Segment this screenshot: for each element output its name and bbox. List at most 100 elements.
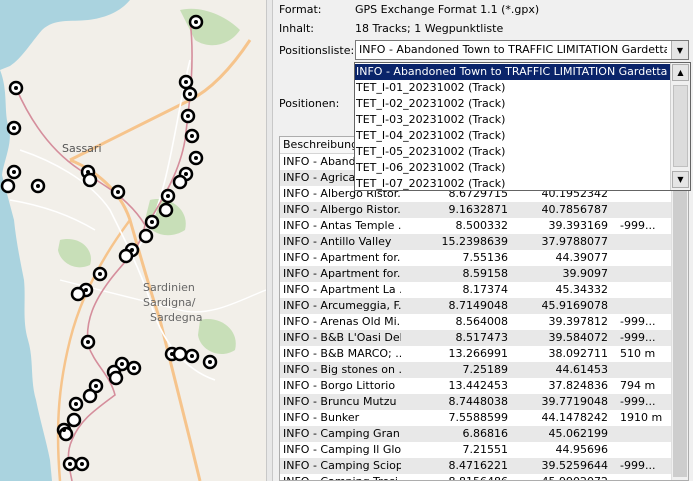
dropdown-item-label: TET_I-05_20231002 (Track) xyxy=(356,145,506,158)
map-view[interactable]: Sassari Sardinien Sardigna/ Sardegna xyxy=(0,0,266,481)
table-row[interactable]: INFO - Camping Tresi...8.815648645.99020… xyxy=(280,474,672,480)
cell-altitude: -999... xyxy=(620,395,656,408)
arrow-down-icon: ▼ xyxy=(677,175,684,184)
dropdown-scrollbar[interactable]: ▲ ▼ xyxy=(670,63,690,190)
table-row[interactable]: INFO - Antillo Valley 15.2398639 37.978807… xyxy=(280,234,672,250)
cell-latitude: 44.39077 xyxy=(555,251,609,264)
scroll-down-button[interactable]: ▼ xyxy=(672,171,689,188)
cell-longitude: 8.7149048 xyxy=(448,299,509,312)
table-row[interactable]: INFO - Borgo Littorio 13.442453 37.824836 7… xyxy=(280,378,672,394)
cell-description: INFO - Bunker xyxy=(283,411,360,424)
table-row[interactable]: INFO - Camping Gran ... 6.86816 45.062199 xyxy=(280,426,672,442)
positionslist-combobox[interactable]: INFO - Abandoned Town to TRAFFIC LIMITAT… xyxy=(355,40,689,60)
dropdown-item[interactable]: TET_I-04_20231002 (Track) xyxy=(355,128,671,144)
cell-longitude: 13.266991 xyxy=(448,347,509,360)
chevron-down-icon: ▼ xyxy=(676,45,684,55)
cell-altitude: -999... xyxy=(620,219,656,232)
table-row[interactable]: INFO - Bunker 7.5588599 44.1478242 1910 m xyxy=(280,410,672,426)
cell-altitude: 510 m xyxy=(620,347,656,360)
cell-latitude: 39.397812 xyxy=(548,315,609,328)
column-header-description[interactable]: Beschreibung xyxy=(283,138,358,151)
dropdown-item-label: TET_I-06_20231002 (Track) xyxy=(356,161,506,174)
table-row[interactable]: INFO - Apartment for... 8.59158 39.9097 xyxy=(280,266,672,282)
cell-latitude: 39.5259644 xyxy=(541,459,608,472)
dropdown-item[interactable]: TET_I-07_20231002 (Track) xyxy=(355,176,671,190)
cell-longitude: 8.500332 xyxy=(455,219,509,232)
dropdown-arrow-button[interactable]: ▼ xyxy=(671,41,688,59)
content-label: Inhalt: xyxy=(279,22,315,35)
cell-latitude: 40.7856787 xyxy=(541,203,608,216)
dropdown-item[interactable]: TET_I-06_20231002 (Track) xyxy=(355,160,671,176)
dropdown-item[interactable]: TET_I-02_20231002 (Track) xyxy=(355,96,671,112)
table-row[interactable]: INFO - Antas Temple ... 8.500332 39.393169… xyxy=(280,218,672,234)
cell-description: INFO - Arenas Old Mi... xyxy=(283,315,401,328)
cell-latitude: 37.824836 xyxy=(548,379,609,392)
table-scroll-thumb[interactable] xyxy=(673,167,687,477)
panel-splitter[interactable] xyxy=(266,0,273,481)
cell-description: INFO - Antas Temple ... xyxy=(283,219,401,232)
map-canvas: Sassari Sardinien Sardigna/ Sardegna xyxy=(0,0,266,481)
cell-longitude: 7.5588599 xyxy=(448,411,509,424)
cell-description: INFO - Camping Sciop... xyxy=(283,459,401,472)
cell-longitude: 7.25189 xyxy=(462,363,509,376)
cell-description: INFO - Bruncu Mutzu xyxy=(283,395,397,408)
cell-latitude: 39.9097 xyxy=(562,267,609,280)
cell-longitude: 8.7448038 xyxy=(448,395,509,408)
cell-altitude: -999... xyxy=(620,459,656,472)
cell-longitude: 6.86816 xyxy=(462,427,509,440)
table-row[interactable]: INFO - B&B MARCO; ... 13.266991 38.092711 5… xyxy=(280,346,672,362)
dropdown-item[interactable]: INFO - Abandoned Town to TRAFFIC LIMITAT… xyxy=(355,64,671,80)
map-label-sassari: Sassari xyxy=(62,142,102,155)
cell-latitude: 44.1478242 xyxy=(541,411,608,424)
table-row[interactable]: INFO - Bruncu Mutzu 8.7448038 39.7719048 -9… xyxy=(280,394,672,410)
positionslist-dropdown[interactable]: INFO - Abandoned Town to TRAFFIC LIMITAT… xyxy=(354,62,691,191)
cell-longitude: 8.4716221 xyxy=(448,459,509,472)
cell-longitude: 7.55136 xyxy=(462,251,509,264)
cell-latitude: 45.9169078 xyxy=(541,299,608,312)
cell-longitude: 13.442453 xyxy=(448,379,509,392)
dropdown-item-label: INFO - Abandoned Town to TRAFFIC LIMITAT… xyxy=(356,65,671,78)
cell-altitude: 794 m xyxy=(620,379,656,392)
cell-description: INFO - Borgo Littorio xyxy=(283,379,396,392)
scroll-up-button[interactable]: ▲ xyxy=(672,64,689,81)
dropdown-item[interactable]: TET_I-05_20231002 (Track) xyxy=(355,144,671,160)
dropdown-item-label: TET_I-02_20231002 (Track) xyxy=(356,97,506,110)
table-row[interactable]: INFO - Camping Il Glo... 7.21551 44.95696 xyxy=(280,442,672,458)
cell-longitude: 8.517473 xyxy=(455,331,509,344)
dropdown-scroll-thumb[interactable] xyxy=(673,85,688,167)
cell-description: INFO - Albergo Ristor... xyxy=(283,203,401,216)
cell-longitude: 15.2398639 xyxy=(441,235,508,248)
cell-longitude: 8.17374 xyxy=(462,283,509,296)
table-row[interactable]: INFO - B&B L'Oasi Del... 8.517473 39.58407… xyxy=(280,330,672,346)
table-row[interactable]: INFO - Albergo Ristor... 9.1632871 40.7856… xyxy=(280,202,672,218)
cell-longitude: 8.564008 xyxy=(455,315,509,328)
cell-description: INFO - B&B MARCO; ... xyxy=(283,347,401,360)
cell-altitude: 1910 m xyxy=(620,411,663,424)
map-label-island: Sardinien xyxy=(143,281,195,294)
table-row[interactable]: INFO - Camping Sciop... 8.4716221 39.52596… xyxy=(280,458,672,474)
combobox-selected-text: INFO - Abandoned Town to TRAFFIC LIMITAT… xyxy=(359,43,667,56)
table-row[interactable]: INFO - Arcumeggia, F... 8.7149048 45.91690… xyxy=(280,298,672,314)
dropdown-item-label: TET_I-07_20231002 (Track) xyxy=(356,177,506,190)
table-row[interactable]: INFO - Arenas Old Mi... 8.564008 39.397812… xyxy=(280,314,672,330)
cell-description: INFO - Antillo Valley xyxy=(283,235,392,248)
content-value: 18 Tracks; 1 Wegpunktliste xyxy=(355,22,504,35)
cell-longitude: 8.59158 xyxy=(462,267,509,280)
map-label-island-it: Sardigna/ xyxy=(143,296,196,309)
format-label: Format: xyxy=(279,3,322,16)
dropdown-item-label: TET_I-03_20231002 (Track) xyxy=(356,113,506,126)
dropdown-item[interactable]: TET_I-01_20231002 (Track) xyxy=(355,80,671,96)
cell-latitude: 44.61453 xyxy=(555,363,609,376)
cell-latitude: 39.7719048 xyxy=(541,395,608,408)
table-row[interactable]: INFO - Apartment for... 7.55136 44.39077 xyxy=(280,250,672,266)
cell-longitude: 9.1632871 xyxy=(448,203,509,216)
cell-latitude: 44.95696 xyxy=(555,443,609,456)
cell-latitude: 38.092711 xyxy=(548,347,609,360)
cell-description: INFO - B&B L'Oasi Del... xyxy=(283,331,401,344)
cell-altitude: -999... xyxy=(620,331,656,344)
dropdown-item[interactable]: TET_I-03_20231002 (Track) xyxy=(355,112,671,128)
table-row[interactable]: INFO - Apartment La ... 8.17374 45.34332 xyxy=(280,282,672,298)
cell-description: INFO - Camping Gran ... xyxy=(283,427,401,440)
table-row[interactable]: INFO - Big stones on ... 7.25189 44.61453 xyxy=(280,362,672,378)
format-value: GPS Exchange Format 1.1 (*.gpx) xyxy=(355,3,540,16)
